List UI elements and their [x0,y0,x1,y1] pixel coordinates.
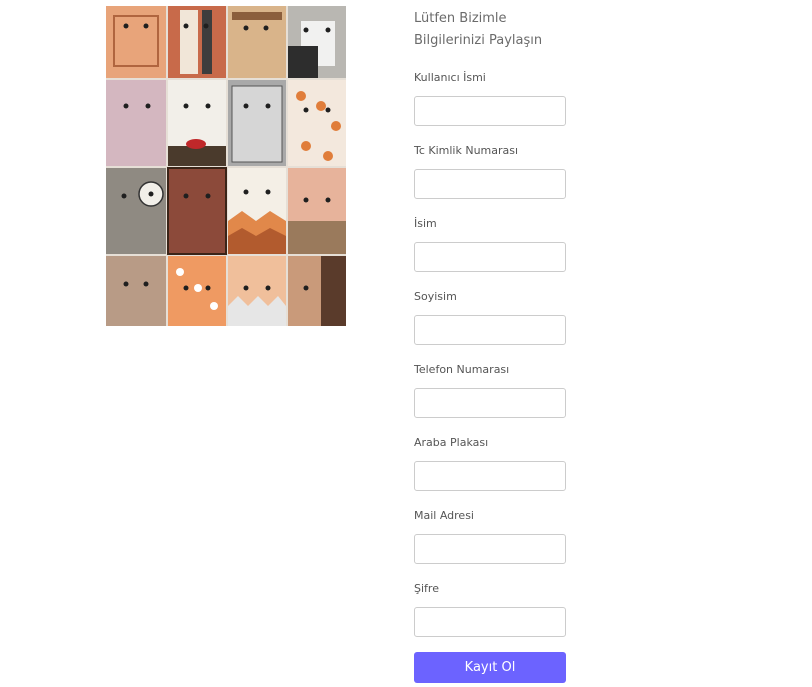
plate-input[interactable] [414,461,566,491]
username-label: Kullanıcı İsmi [414,71,486,84]
tc-id-label: Tc Kimlik Numarası [414,144,519,157]
phone-input[interactable] [414,388,566,418]
tc-id-field: Tc Kimlik Numarası [414,144,566,199]
form-intro: Lütfen Bizimle Bilgilerinizi Paylaşın [414,8,614,52]
password-field: Şifre [414,582,566,637]
hero-artwork [106,6,346,326]
tc-id-input[interactable] [414,169,566,199]
last-name-input[interactable] [414,315,566,345]
first-name-input[interactable] [414,242,566,272]
register-button[interactable]: Kayıt Ol [414,652,566,683]
first-name-label: İsim [414,217,437,230]
intro-line-2: Bilgilerinizi Paylaşın [414,33,543,48]
email-label: Mail Adresi [414,509,474,522]
plate-field: Araba Plakası [414,436,566,491]
face-tiles-illustration [106,6,346,326]
phone-field: Telefon Numarası [414,363,566,418]
email-field: Mail Adresi [414,509,566,564]
intro-line-1: Lütfen Bizimle [414,11,507,26]
username-input[interactable] [414,96,566,126]
first-name-field: İsim [414,217,566,272]
last-name-label: Soyisim [414,290,457,303]
plate-label: Araba Plakası [414,436,489,449]
email-input[interactable] [414,534,566,564]
phone-label: Telefon Numarası [414,363,510,376]
username-field: Kullanıcı İsmi [414,71,566,126]
last-name-field: Soyisim [414,290,566,345]
password-input[interactable] [414,607,566,637]
password-label: Şifre [414,582,439,595]
